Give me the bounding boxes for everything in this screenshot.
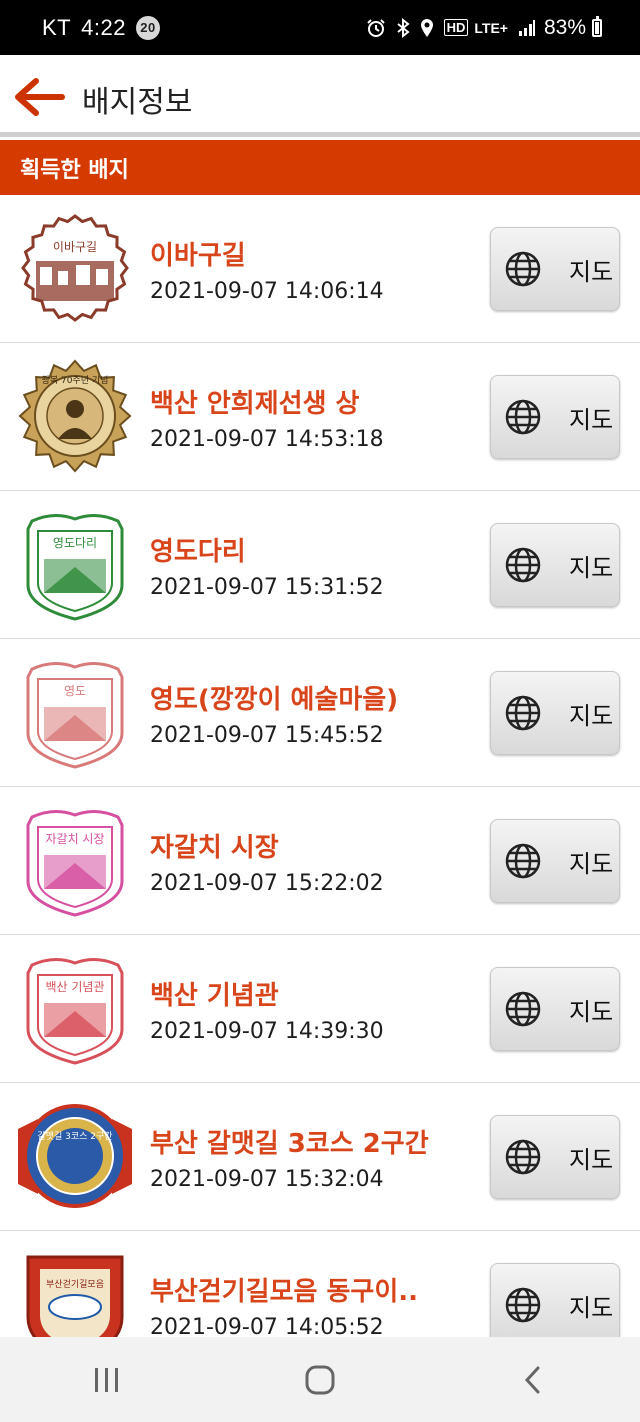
badge-image: 갈맷길 3코스 2구간 <box>18 1099 132 1213</box>
map-button-label: 지도 <box>569 1293 614 1322</box>
map-button[interactable]: 지도 <box>490 375 620 459</box>
carrier-label: KT <box>42 14 72 40</box>
badge-image: 영도다리 <box>18 507 132 621</box>
notification-count-badge: 20 <box>135 15 160 40</box>
home-icon <box>305 1365 335 1394</box>
badge-acquired-date: 2021-09-07 14:39:30 <box>150 1019 384 1044</box>
back-button[interactable] <box>14 77 66 117</box>
badge-name: 영도(깡깡이 예술마을) <box>150 685 399 715</box>
badge-list-item[interactable]: 광복 70주년 기념 백산 안희제선생 상 2021-09-07 14:53:18… <box>0 343 640 491</box>
badge-acquired-date: 2021-09-07 15:32:04 <box>150 1167 384 1192</box>
badge-stamp-text: 영도다리 <box>53 536 97 550</box>
status-left: KT 4:22 20 <box>42 15 160 41</box>
map-button-label: 지도 <box>569 849 614 878</box>
globe-icon <box>505 843 541 879</box>
map-button[interactable]: 지도 <box>490 1115 620 1199</box>
lte-indicator: LTE+ <box>474 19 508 36</box>
map-button[interactable]: 지도 <box>490 967 620 1051</box>
globe-icon <box>505 991 541 1027</box>
map-button-label: 지도 <box>569 1145 614 1174</box>
badge-image: 이바구길 <box>18 211 132 325</box>
status-bar: KT 4:22 20 HD LTE+ 83% <box>0 0 640 55</box>
globe-icon <box>505 547 541 583</box>
recent-apps-button[interactable] <box>67 1350 147 1410</box>
battery-icon <box>592 15 602 37</box>
location-icon <box>420 18 434 38</box>
badge-name: 부산 갈맷길 3코스 2구간 <box>150 1129 429 1159</box>
badge-list-item[interactable]: 갈맷길 3코스 2구간 부산 갈맷길 3코스 2구간 2021-09-07 15:… <box>0 1083 640 1231</box>
map-button[interactable]: 지도 <box>490 1263 620 1337</box>
badge-list-item[interactable]: 백산 기념관 백산 기념관 2021-09-07 14:39:30 지도 <box>0 935 640 1083</box>
badge-acquired-date: 2021-09-07 14:05:52 <box>150 1315 384 1337</box>
badge-name: 백산 기념관 <box>150 981 279 1011</box>
globe-icon <box>505 1287 541 1323</box>
map-button[interactable]: 지도 <box>490 227 620 311</box>
badge-stamp-text: 영도 <box>64 684 86 698</box>
badge-name: 자갈치 시장 <box>150 833 279 863</box>
badge-acquired-date: 2021-09-07 14:06:14 <box>150 279 384 304</box>
map-button[interactable]: 지도 <box>490 523 620 607</box>
recent-apps-icon <box>94 1367 118 1392</box>
badge-image: 백산 기념관 <box>18 951 132 1065</box>
badge-list[interactable]: 이바구길 이바구길 2021-09-07 14:06:14 지도 광복 70주년 … <box>0 195 640 1337</box>
bluetooth-icon <box>396 17 410 38</box>
system-nav-bar <box>0 1337 640 1422</box>
badge-stamp-text: 백산 기념관 <box>45 980 104 994</box>
app-header: 배지정보 <box>0 55 640 137</box>
badge-list-item[interactable]: 자갈치 시장 자갈치 시장 2021-09-07 15:22:02 지도 <box>0 787 640 935</box>
map-button[interactable]: 지도 <box>490 819 620 903</box>
status-right: HD LTE+ 83% <box>356 0 602 55</box>
globe-icon <box>505 695 541 731</box>
badge-stamp-text: 광복 70주년 기념 <box>42 374 109 386</box>
map-button-label: 지도 <box>569 701 614 730</box>
badge-list-item[interactable]: 영도 영도(깡깡이 예술마을) 2021-09-07 15:45:52 지도 <box>0 639 640 787</box>
home-button[interactable] <box>280 1350 360 1410</box>
page-title: 배지정보 <box>82 85 193 120</box>
badge-list-item[interactable]: 이바구길 이바구길 2021-09-07 14:06:14 지도 <box>0 195 640 343</box>
badge-acquired-date: 2021-09-07 15:45:52 <box>150 723 384 748</box>
map-button[interactable]: 지도 <box>490 671 620 755</box>
globe-icon <box>505 251 541 287</box>
badge-acquired-date: 2021-09-07 15:22:02 <box>150 871 384 896</box>
badge-image: 영도 <box>18 655 132 769</box>
map-button-label: 지도 <box>569 997 614 1026</box>
back-arrow-icon <box>15 78 65 116</box>
nav-back-button[interactable] <box>493 1350 573 1410</box>
badge-image: 부산걷기길모음 <box>18 1247 132 1337</box>
app-root: KT 4:22 20 HD LTE+ 83% 배지정보 획득한 배지 이바구길 … <box>0 0 640 1422</box>
map-button-label: 지도 <box>569 553 614 582</box>
badge-image: 자갈치 시장 <box>18 803 132 917</box>
badge-acquired-date: 2021-09-07 14:53:18 <box>150 427 384 452</box>
badge-name: 영도다리 <box>150 537 246 567</box>
hd-indicator: HD <box>443 19 469 36</box>
badge-list-item[interactable]: 영도다리 영도다리 2021-09-07 15:31:52 지도 <box>0 491 640 639</box>
section-header: 획득한 배지 <box>0 140 640 195</box>
map-button-label: 지도 <box>569 405 614 434</box>
map-button-label: 지도 <box>569 257 614 286</box>
badge-stamp-text: 갈맷길 3코스 2구간 <box>37 1131 112 1142</box>
globe-icon <box>505 1139 541 1175</box>
badge-stamp-text: 자갈치 시장 <box>45 832 104 846</box>
signal-icon <box>518 19 536 37</box>
badge-acquired-date: 2021-09-07 15:31:52 <box>150 575 384 600</box>
badge-stamp-text: 이바구길 <box>53 240 97 254</box>
badge-name: 백산 안희제선생 상 <box>150 389 360 419</box>
badge-stamp-text: 부산걷기길모음 <box>46 1278 104 1290</box>
badge-name: 부산걷기길모음 동구이.. <box>150 1277 419 1307</box>
alarm-icon <box>366 18 386 38</box>
badge-image: 광복 70주년 기념 <box>18 359 132 473</box>
nav-back-icon <box>525 1366 540 1393</box>
badge-name: 이바구길 <box>150 241 246 271</box>
battery-percent: 83% <box>543 15 586 39</box>
globe-icon <box>505 399 541 435</box>
badge-list-item[interactable]: 부산걷기길모음 부산걷기길모음 동구이.. 2021-09-07 14:05:52… <box>0 1231 640 1337</box>
clock: 4:22 <box>81 14 126 40</box>
